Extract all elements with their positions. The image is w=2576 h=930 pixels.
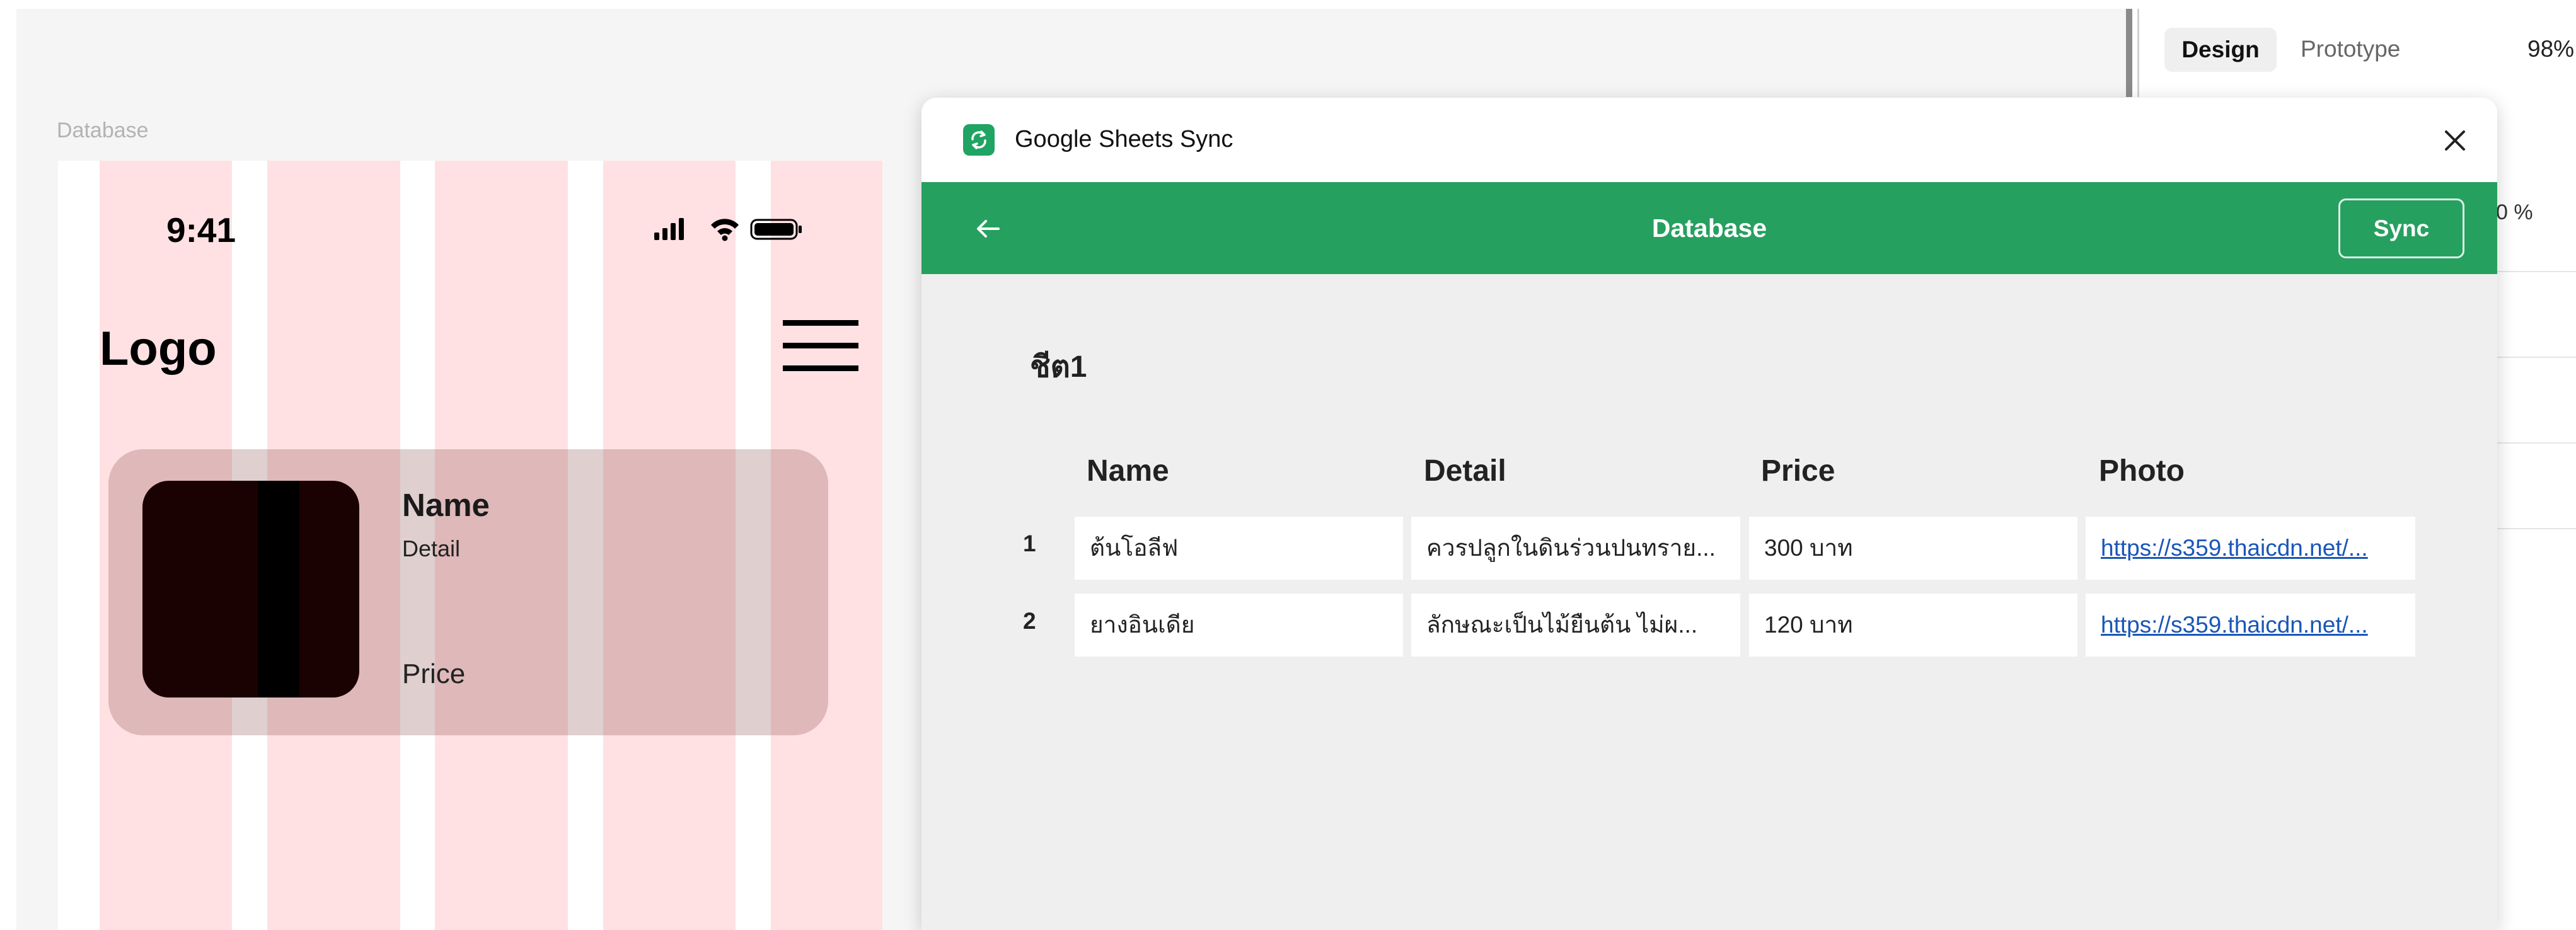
column-header-photo: Photo — [2099, 454, 2185, 488]
sheets-sync-icon — [963, 124, 995, 156]
frame-label[interactable]: Database — [57, 118, 149, 143]
column-header-price: Price — [1761, 454, 1835, 488]
sheet-name: ชีต1 — [1030, 350, 1087, 384]
cell-name[interactable]: ต้นโอลีฟ — [1075, 517, 1403, 580]
tab-design[interactable]: Design — [2164, 28, 2277, 72]
panel-resize-handle[interactable] — [2126, 9, 2132, 97]
wifi-icon — [711, 219, 739, 241]
panel-divider — [2496, 357, 2576, 358]
status-bar-time: 9:41 — [166, 210, 236, 250]
header-title: Database — [1651, 214, 1767, 243]
card-detail: Detail — [402, 536, 461, 561]
plugin-title: Google Sheets Sync — [1015, 126, 1233, 152]
cell-name[interactable]: ยางอินเดีย — [1075, 594, 1403, 657]
cell-photo-link[interactable]: https://s359.thaicdn.net/... — [2086, 517, 2415, 580]
cell-detail[interactable]: ลักษณะเป็นไม้ยืนต้น ไม่ผ... — [1411, 594, 1740, 657]
panel-divider — [2496, 528, 2576, 529]
card-price: Price — [402, 658, 466, 689]
cell-price[interactable]: 120 บาท — [1749, 594, 2077, 657]
plugin-header: Database Sync — [921, 182, 2497, 274]
signal-icon — [654, 218, 684, 240]
zoom-level[interactable]: 98% — [2527, 36, 2574, 62]
hamburger-menu-icon[interactable] — [783, 320, 858, 373]
row-number: 2 — [1023, 608, 1036, 634]
panel-divider — [2496, 271, 2576, 272]
cell-photo-link[interactable]: https://s359.thaicdn.net/... — [2086, 594, 2415, 657]
phone-frame[interactable]: 9:41 Logo Name Detail Price — [58, 161, 882, 930]
column-header-name: Name — [1087, 454, 1169, 488]
panel-divider — [2496, 442, 2576, 444]
close-icon[interactable] — [2437, 123, 2473, 158]
tab-prototype[interactable]: Prototype — [2301, 36, 2400, 62]
plugin-titlebar: Google Sheets Sync — [921, 98, 2497, 182]
row-number: 1 — [1023, 531, 1036, 556]
cell-detail[interactable]: ควรปลูกในดินร่วนปนทราย... — [1411, 517, 1740, 580]
card-name: Name — [402, 487, 490, 523]
sync-button[interactable]: Sync — [2338, 198, 2464, 258]
battery-icon — [750, 219, 802, 240]
column-header-detail: Detail — [1424, 454, 1506, 488]
cell-price[interactable]: 300 บาท — [1749, 517, 2077, 580]
status-bar-icons — [654, 216, 812, 241]
plugin-window: Google Sheets Sync Database Sync ชีต1 Na… — [921, 98, 2497, 930]
percent-value-field[interactable]: 0 % — [2496, 200, 2533, 225]
logo: Logo — [100, 322, 217, 376]
product-image — [142, 481, 359, 698]
panel-divider — [2137, 9, 2139, 97]
